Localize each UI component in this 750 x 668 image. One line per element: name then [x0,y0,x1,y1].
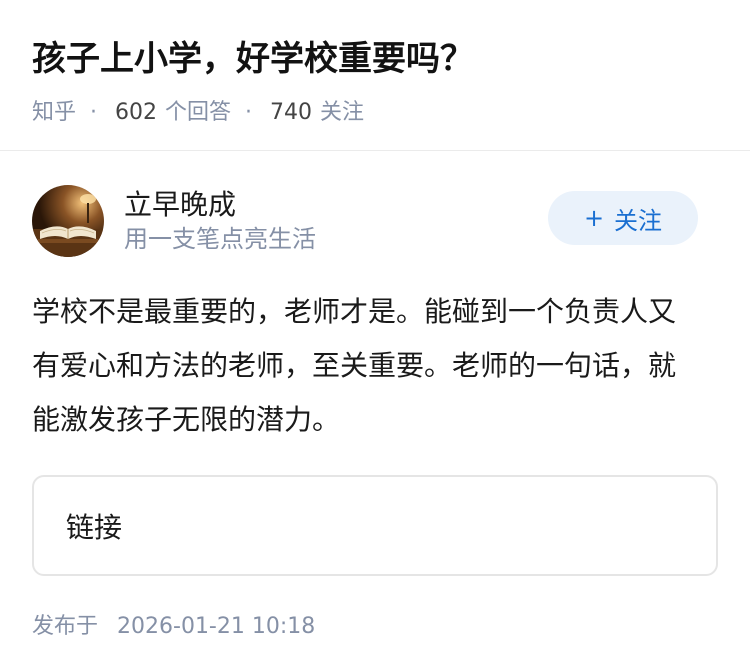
avatar[interactable] [32,185,104,257]
publish-label: 发布于 [32,614,99,639]
question-header[interactable]: 孩子上小学，好学校重要吗？ 知乎 · 602 个回答 · 740 关注 [0,0,750,151]
publish-time: 发布于 2026-01-21 10:18 [32,612,718,642]
follow-button-label: 关注 [614,206,663,235]
meta-separator: · [245,100,253,125]
answer-count: 602 [115,100,158,125]
author-info: 立早晚成 用一支笔点亮生活 [124,187,316,255]
answer-content: 学校不是最重要的，老师才是。能碰到一个负责人又有爱心和方法的老师，至关重要。老师… [32,295,677,436]
publish-timestamp: 2026-01-21 10:18 [117,614,316,639]
answer-count-unit: 个回答 [165,100,232,125]
answer-item: 立早晚成 用一支笔点亮生活 + 关注 学校不是最重要的，老师才是。能碰到一个负责… [0,151,750,642]
book-lamp-avatar-icon [32,185,104,257]
author-name[interactable]: 立早晚成 [124,187,316,223]
link-card[interactable]: 链接 [32,475,718,576]
author-bio: 用一支笔点亮生活 [124,225,316,253]
meta-separator: · [90,100,98,125]
question-title[interactable]: 孩子上小学，好学校重要吗？ [32,36,718,82]
link-card-label: 链接 [66,510,123,544]
plus-icon: + [583,204,605,232]
author-row: 立早晚成 用一支笔点亮生活 + 关注 [32,183,718,259]
follow-count: 740 [270,100,313,125]
follow-button[interactable]: + 关注 [548,191,698,245]
answer-page: 孩子上小学，好学校重要吗？ 知乎 · 602 个回答 · 740 关注 立早晚成… [0,0,750,668]
source-label: 知乎 [32,100,77,125]
question-meta: 知乎 · 602 个回答 · 740 关注 [32,98,718,128]
follow-count-unit: 关注 [320,100,365,125]
